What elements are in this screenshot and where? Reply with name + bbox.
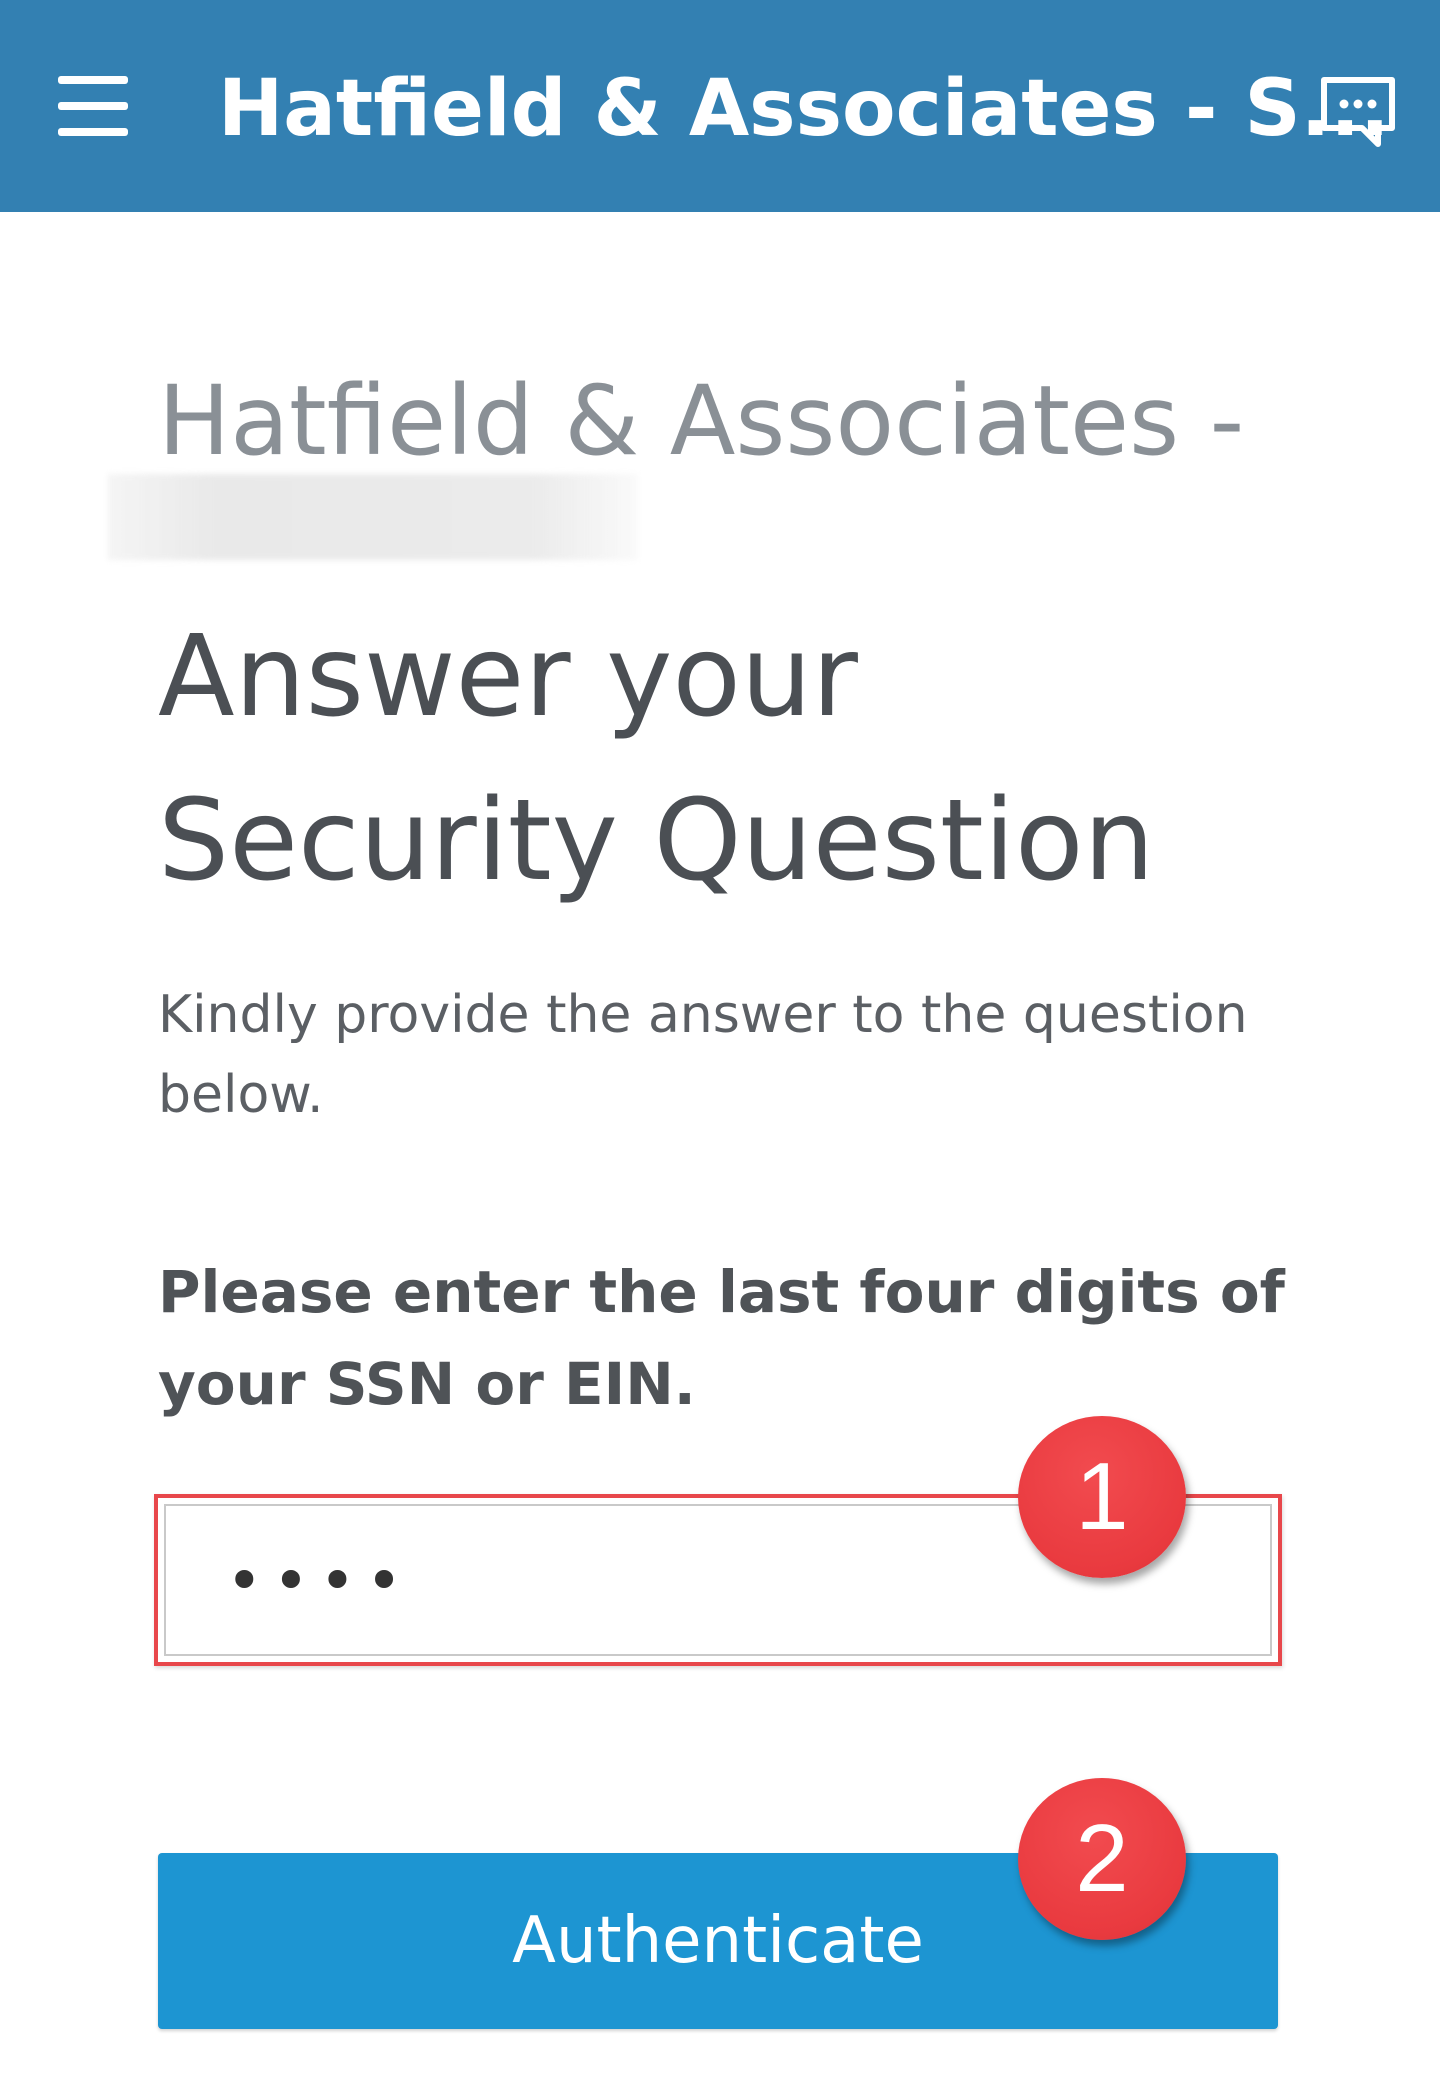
header-title: Hatfield & Associates - S... — [218, 64, 1390, 154]
heading-line-2: Security Question — [158, 776, 1155, 906]
chat-bubble-icon[interactable] — [1318, 74, 1398, 150]
hamburger-menu-icon[interactable] — [58, 76, 128, 136]
redacted-firm-name — [108, 474, 638, 560]
firm-title: Hatfield & Associates - — [158, 365, 1245, 477]
page-heading: Answer your Security Question — [158, 595, 1318, 923]
security-question: Please enter the last four digits of you… — [158, 1258, 1285, 1418]
heading-line-1: Answer your — [158, 612, 858, 742]
step-callout-2: 2 — [1018, 1778, 1186, 1940]
app-header: Hatfield & Associates - S... — [0, 0, 1440, 212]
intro-text: Kindly provide the answer to the questio… — [158, 985, 1248, 1125]
step-callout-1: 1 — [1018, 1416, 1186, 1578]
